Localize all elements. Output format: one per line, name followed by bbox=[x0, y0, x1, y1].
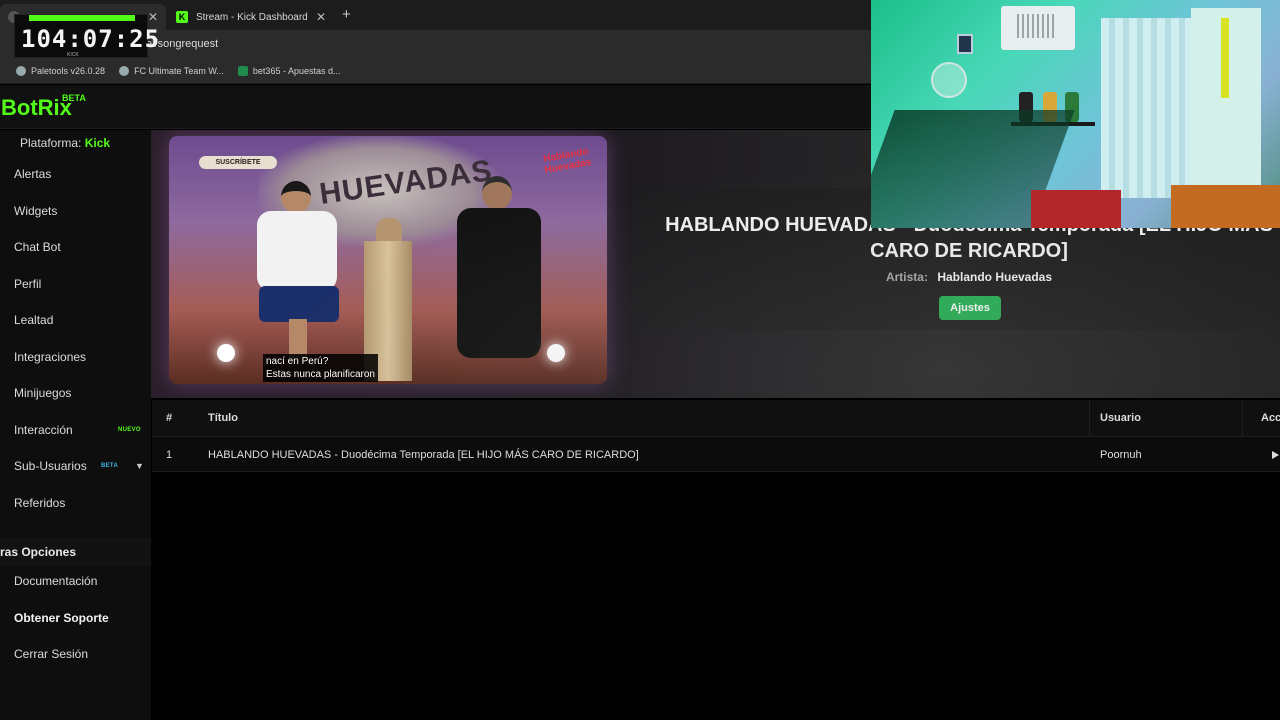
column-header-number: # bbox=[166, 412, 173, 424]
video-caption: nací en Perú? Estas nunca planificaron bbox=[263, 354, 378, 382]
webcam-desk bbox=[1031, 190, 1121, 228]
platform-label: Plataforma: bbox=[20, 136, 82, 150]
stage-light-icon bbox=[547, 344, 565, 362]
artist-row: Artista: Hablando Huevadas bbox=[633, 270, 1280, 284]
sidebar-item-perfil[interactable]: Perfil bbox=[0, 272, 151, 296]
caption-line: Estas nunca planificaron bbox=[266, 369, 375, 380]
row-number: 1 bbox=[166, 449, 173, 461]
sidebar-item-label: Alertas bbox=[14, 167, 52, 181]
kick-favicon-icon: K bbox=[176, 11, 188, 23]
tab-kick-dashboard[interactable]: K Stream - Kick Dashboard ✕ bbox=[168, 4, 334, 30]
sidebar-item-documentacion[interactable]: Documentación bbox=[0, 569, 151, 593]
sidebar-item-sub-usuarios[interactable]: Sub-Usuarios BETA ▼ bbox=[0, 454, 151, 478]
stage-light-icon bbox=[217, 344, 235, 362]
webcam-curtain bbox=[1101, 18, 1201, 198]
bookmark-paletools[interactable]: Paletools v26.0.28 bbox=[16, 65, 106, 76]
video-player[interactable]: HUEVADAS SUSCRÍBETE Hablando Huevadas na… bbox=[169, 136, 607, 384]
sidebar-item-label: Minijuegos bbox=[14, 386, 72, 400]
bookmark-label: FC Ultimate Team W... bbox=[134, 65, 224, 76]
settings-button[interactable]: Ajustes bbox=[939, 296, 1001, 320]
video-backdrop bbox=[259, 136, 499, 246]
column-header-title: Título bbox=[208, 412, 238, 424]
section-title-otras-opciones: ras Opciones bbox=[0, 538, 151, 566]
webcam-overlay bbox=[871, 0, 1280, 228]
bet365-icon bbox=[237, 65, 248, 76]
song-queue-table: # Título Usuario Acc 1 HABLANDO HUEVADAS… bbox=[152, 400, 1280, 472]
sidebar-item-label: Referidos bbox=[14, 496, 66, 510]
table-header: # Título Usuario Acc bbox=[152, 400, 1280, 436]
sidebar-item-label: Sub-Usuarios bbox=[14, 459, 87, 473]
play-icon[interactable] bbox=[1272, 437, 1279, 473]
column-header-actions: Acc bbox=[1261, 412, 1280, 424]
beta-badge: BETA bbox=[101, 463, 119, 469]
close-icon[interactable]: ✕ bbox=[148, 10, 158, 24]
video-person-right bbox=[447, 176, 547, 366]
bookmark-label: bet365 - Apuestas d... bbox=[252, 65, 341, 76]
paletools-icon bbox=[16, 65, 26, 76]
brand-beta-badge: BETA bbox=[62, 93, 86, 103]
sidebar-item-widgets[interactable]: Widgets bbox=[0, 199, 151, 223]
bookmark-bet365[interactable]: bet365 - Apuestas d... bbox=[237, 65, 341, 76]
sidebar-item-lealtad[interactable]: Lealtad bbox=[0, 308, 151, 332]
sidebar-item-label: Chat Bot bbox=[14, 240, 61, 254]
webcam-pennant bbox=[1221, 18, 1229, 98]
row-user: Poornuh bbox=[1100, 449, 1142, 461]
bookmark-fc-ultimate[interactable]: FC Ultimate Team W... bbox=[119, 65, 224, 76]
timer-value: 104:07:25 bbox=[21, 25, 161, 53]
video-pedestal bbox=[364, 241, 412, 381]
column-divider bbox=[1242, 400, 1243, 436]
artist-label: Artista: bbox=[885, 270, 928, 284]
table-row[interactable]: 1 HABLANDO HUEVADAS - Duodécima Temporad… bbox=[152, 436, 1280, 472]
video-vase bbox=[376, 218, 402, 248]
sidebar-item-interaccion[interactable]: Interacción NUEVO bbox=[0, 418, 151, 442]
sidebar: Plataforma: Kick Alertas Widgets Chat Bo… bbox=[0, 130, 151, 720]
stream-timer-overlay: 104:07:25 KICK bbox=[14, 14, 159, 58]
sidebar-item-alertas[interactable]: Alertas bbox=[0, 162, 151, 186]
show-logo: Hablando Huevadas bbox=[542, 146, 593, 176]
column-header-user: Usuario bbox=[1100, 412, 1141, 424]
new-tab-button[interactable]: + bbox=[342, 6, 351, 23]
wall-picture bbox=[957, 34, 973, 54]
platform-value: Kick bbox=[84, 136, 111, 150]
sidebar-item-label: Widgets bbox=[14, 204, 58, 218]
sidebar-item-label: Integraciones bbox=[14, 350, 87, 364]
close-icon[interactable]: ✕ bbox=[316, 10, 326, 24]
bookmark-label: Paletools v26.0.28 bbox=[31, 65, 106, 76]
platform-indicator: Plataforma: Kick bbox=[20, 136, 110, 150]
artist-value: Hablando Huevadas bbox=[937, 270, 1053, 284]
sidebar-item-label: Obtener Soporte bbox=[14, 611, 109, 625]
sidebar-item-obtener-soporte[interactable]: Obtener Soporte bbox=[0, 606, 151, 630]
air-conditioner-grill bbox=[1017, 14, 1057, 38]
sidebar-item-minijuegos[interactable]: Minijuegos bbox=[0, 381, 151, 405]
sidebar-item-referidos[interactable]: Referidos bbox=[0, 491, 151, 515]
caption-line: nací en Perú? bbox=[266, 356, 329, 367]
sidebar-item-label: Perfil bbox=[14, 277, 42, 291]
sidebar-item-label: Cerrar Sesión bbox=[14, 647, 89, 661]
webcam-bed bbox=[1171, 185, 1280, 228]
sidebar-item-label: Lealtad bbox=[14, 313, 54, 327]
row-title: HABLANDO HUEVADAS - Duodécima Temporada … bbox=[208, 449, 639, 461]
video-person-left bbox=[249, 181, 339, 361]
sidebar-item-label: Documentación bbox=[14, 574, 98, 588]
sidebar-item-integraciones[interactable]: Integraciones bbox=[0, 345, 151, 369]
wall-clock-icon bbox=[931, 62, 967, 98]
timer-tag: KICK bbox=[67, 52, 79, 58]
sidebar-item-cerrar-sesion[interactable]: Cerrar Sesión bbox=[0, 642, 151, 666]
ea-icon bbox=[119, 65, 130, 76]
tab-label: Stream - Kick Dashboard bbox=[196, 11, 308, 23]
sidebar-item-chat-bot[interactable]: Chat Bot bbox=[0, 235, 151, 259]
timer-accent-bar bbox=[29, 15, 135, 21]
column-divider bbox=[1089, 400, 1090, 436]
video-wall-text: HUEVADAS bbox=[317, 154, 495, 211]
subscribe-badge: SUSCRÍBETE bbox=[199, 156, 277, 169]
sidebar-item-label: Interacción bbox=[14, 423, 73, 437]
chevron-down-icon[interactable]: ▼ bbox=[135, 461, 144, 471]
new-badge: NUEVO bbox=[118, 427, 141, 433]
